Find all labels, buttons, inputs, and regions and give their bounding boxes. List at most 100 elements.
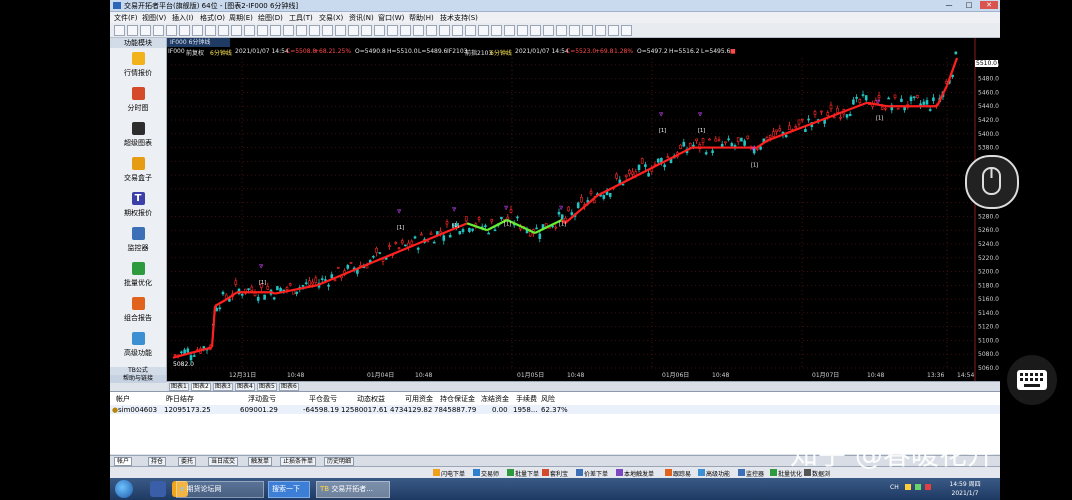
toolbar-button[interactable] <box>114 25 125 36</box>
toolbar-button[interactable] <box>257 25 268 36</box>
toolbar-button[interactable] <box>465 25 476 36</box>
toolbar-button[interactable] <box>387 25 398 36</box>
col-fee[interactable]: 手续费 <box>516 394 537 404</box>
menu-period[interactable]: 周期(E) <box>229 13 253 23</box>
col-float-pnl[interactable]: 浮动盈亏 <box>248 394 276 404</box>
status-monitor[interactable]: 监控器 <box>746 469 764 478</box>
menu-view[interactable]: 视图(V) <box>142 13 166 23</box>
toolbar-button[interactable] <box>504 25 515 36</box>
toolbar-button[interactable] <box>439 25 450 36</box>
keyboard-button[interactable] <box>1007 355 1057 405</box>
sheet-tab-4[interactable]: 图表4 <box>235 383 255 391</box>
kline-chart[interactable]: 5500.05480.05460.05440.05420.05400.05380… <box>167 38 1000 381</box>
sheet-tab-1[interactable]: 图表1 <box>169 383 189 391</box>
tray-icons[interactable] <box>905 484 937 492</box>
status-batch-order[interactable]: 批量下单 <box>515 469 539 478</box>
sheet-tab-2[interactable]: 图表2 <box>191 383 211 391</box>
status-tracker[interactable]: 跟踪易 <box>673 469 691 478</box>
toolbar-button[interactable] <box>426 25 437 36</box>
col-account[interactable]: 帐户 <box>116 394 130 404</box>
function-item-7[interactable]: 组合报告 <box>112 295 164 329</box>
col-margin[interactable]: 持仓保证金 <box>440 394 475 404</box>
toolbar-button[interactable] <box>127 25 138 36</box>
toolbar-button[interactable] <box>608 25 619 36</box>
toolbar-button[interactable] <box>543 25 554 36</box>
function-item-0[interactable]: 行情报价 <box>112 50 164 84</box>
sheet-tab-3[interactable]: 图表3 <box>213 383 233 391</box>
menu-support[interactable]: 技术支持(S) <box>440 13 478 23</box>
minimize-button[interactable]: — <box>940 1 958 9</box>
toolbar-button[interactable] <box>361 25 372 36</box>
tab-position[interactable]: 持仓 <box>148 457 167 466</box>
toolbar-button[interactable] <box>400 25 411 36</box>
status-advanced[interactable]: 高级功能 <box>706 469 730 478</box>
status-trader[interactable]: 交易师 <box>481 469 499 478</box>
col-close-pnl[interactable]: 平仓盈亏 <box>309 394 337 404</box>
taskbar-tb-window[interactable]: TB 交易开拓者... <box>316 481 390 498</box>
toolbar-button[interactable] <box>309 25 320 36</box>
function-item-6[interactable]: 批量优化 <box>112 260 164 294</box>
function-item-2[interactable]: 超级图表 <box>112 120 164 154</box>
toolbar-button[interactable] <box>530 25 541 36</box>
status-spread-order[interactable]: 价差下单 <box>584 469 608 478</box>
toolbar-button[interactable] <box>348 25 359 36</box>
tab-stoploss[interactable]: 止损条件单 <box>280 457 317 466</box>
help-links-tab[interactable]: 帮助与链接 <box>110 375 166 383</box>
tab-fills[interactable]: 当日成交 <box>208 457 239 466</box>
toolbar-button[interactable] <box>218 25 229 36</box>
col-available[interactable]: 可用资金 <box>405 394 433 404</box>
taskbar-ie-window[interactable]: e 期货论坛网 <box>176 481 264 498</box>
toolbar-button[interactable] <box>322 25 333 36</box>
toolbar-button[interactable] <box>452 25 463 36</box>
toolbar-button[interactable] <box>153 25 164 36</box>
start-button[interactable] <box>115 480 133 498</box>
tab-order[interactable]: 委托 <box>178 457 197 466</box>
toolbar-button[interactable] <box>140 25 151 36</box>
menu-help[interactable]: 帮助(H) <box>409 13 434 23</box>
menu-news[interactable]: 资讯(N) <box>349 13 374 23</box>
status-flash-order[interactable]: 闪电下单 <box>441 469 465 478</box>
close-button[interactable]: ✕ <box>980 1 998 9</box>
function-item-3[interactable]: 交易盒子 <box>112 155 164 189</box>
toolbar-button[interactable] <box>556 25 567 36</box>
toolbar-button[interactable] <box>569 25 580 36</box>
chart-tab[interactable]: IF000 6分钟线 <box>167 38 230 47</box>
toolbar-button[interactable] <box>413 25 424 36</box>
menu-file[interactable]: 文件(F) <box>114 13 138 23</box>
col-equity[interactable]: 动态权益 <box>357 394 385 404</box>
toolbar-button[interactable] <box>595 25 606 36</box>
tray-icon-1[interactable] <box>905 484 911 490</box>
tab-history[interactable]: 历史明细 <box>324 457 355 466</box>
explorer-icon[interactable] <box>150 481 166 497</box>
tray-icon-3[interactable] <box>925 484 932 490</box>
tray-icon-2[interactable] <box>915 484 922 490</box>
taskbar-clock[interactable]: 14:59 周四 2021/1/7 <box>940 480 990 498</box>
toolbar-button[interactable] <box>296 25 307 36</box>
toolbar-button[interactable] <box>244 25 255 36</box>
function-item-1[interactable]: 分时图 <box>112 85 164 119</box>
toolbar-button[interactable] <box>192 25 203 36</box>
col-prev-balance[interactable]: 昨日结存 <box>166 394 194 404</box>
toolbar-button[interactable] <box>491 25 502 36</box>
tab-trigger[interactable]: 触发单 <box>248 457 273 466</box>
menu-format[interactable]: 格式(O) <box>200 13 225 23</box>
toolbar-button[interactable] <box>205 25 216 36</box>
col-frozen[interactable]: 冻结资金 <box>481 394 509 404</box>
function-item-8[interactable]: 高级功能 <box>112 330 164 364</box>
menu-trade[interactable]: 交易(X) <box>319 13 343 23</box>
toolbar-button[interactable] <box>374 25 385 36</box>
toolbar-button[interactable] <box>517 25 528 36</box>
toolbar-button[interactable] <box>621 25 632 36</box>
chart-canvas[interactable]: 5500.05480.05460.05440.05420.05400.05380… <box>167 38 1000 381</box>
maximize-button[interactable]: □ <box>960 1 978 9</box>
menu-window[interactable]: 窗口(W) <box>378 13 404 23</box>
tab-account[interactable]: 帐户 <box>114 457 133 466</box>
tray-lang[interactable]: CH <box>890 484 899 491</box>
tb-formula-tab[interactable]: TB公式 <box>110 367 166 375</box>
toolbar-button[interactable] <box>166 25 177 36</box>
toolbar-button[interactable] <box>179 25 190 36</box>
toolbar-button[interactable] <box>231 25 242 36</box>
mouse-mode-button[interactable] <box>965 155 1019 209</box>
status-local-trigger[interactable]: 本地触发单 <box>624 469 654 478</box>
menu-draw[interactable]: 绘图(D) <box>258 13 283 23</box>
